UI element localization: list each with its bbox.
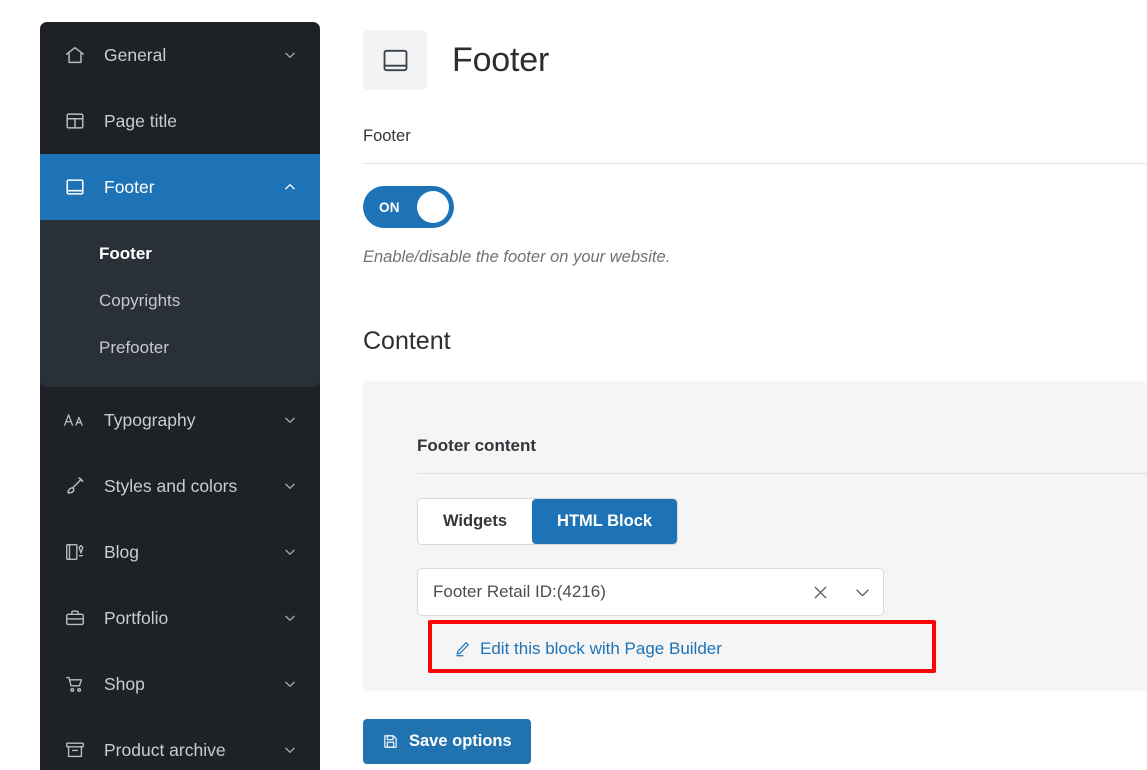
save-options-label: Save options: [409, 732, 512, 750]
footer-panel-icon: [363, 30, 427, 90]
sidebar-item-label: Page title: [104, 110, 177, 131]
sidebar-item-general[interactable]: General: [40, 22, 320, 88]
pencil-icon: [453, 640, 471, 658]
html-block-select-value: Footer Retail ID:(4216): [433, 582, 606, 601]
header-divider: [363, 163, 1147, 164]
sidebar-item-styles-and-colors[interactable]: Styles and colors: [40, 453, 320, 519]
chevron-down-icon[interactable]: [282, 412, 298, 428]
content-section-title: Content: [363, 327, 451, 355]
sidebar-subitem-footer[interactable]: Footer: [40, 230, 320, 277]
sidebar-item-label: Footer: [104, 176, 155, 197]
toggle-knob: [417, 191, 449, 223]
sidebar-item-label: Shop: [104, 673, 145, 694]
app-root: General Page title Footer Footer Copyrig…: [0, 0, 1147, 770]
footer-enable-toggle[interactable]: ON: [363, 186, 454, 228]
sidebar-item-typography[interactable]: Typography: [40, 387, 320, 453]
close-icon[interactable]: [799, 569, 841, 615]
typography-icon: [62, 407, 88, 433]
archive-icon: [62, 737, 88, 763]
chevron-down-icon[interactable]: [282, 742, 298, 758]
main-content: Footer Footer ON Enable/disable the foot…: [320, 0, 1147, 770]
sidebar-subitem-copyrights[interactable]: Copyrights: [40, 277, 320, 324]
chevron-down-icon[interactable]: [282, 610, 298, 626]
chevron-down-icon[interactable]: [282, 544, 298, 560]
page-title-icon: [62, 108, 88, 134]
footer-help-text: Enable/disable the footer on your websit…: [363, 248, 671, 266]
home-icon: [62, 42, 88, 68]
chevron-down-icon[interactable]: [841, 569, 883, 615]
sidebar-item-label: Typography: [104, 409, 196, 430]
edit-link-label: Edit this block with Page Builder: [480, 638, 722, 658]
save-disk-icon: [382, 733, 399, 750]
briefcase-icon: [62, 605, 88, 631]
footer-submenu: Footer Copyrights Prefooter: [40, 220, 320, 387]
sidebar-item-label: Blog: [104, 541, 140, 562]
sidebar-item-page-title[interactable]: Page title: [40, 88, 320, 154]
sidebar-subitem-label: Footer: [99, 243, 152, 263]
sidebar-subitem-prefooter[interactable]: Prefooter: [40, 324, 320, 371]
sidebar-item-label: Styles and colors: [104, 475, 238, 496]
sidebar-item-label: General: [104, 44, 167, 65]
sidebar: General Page title Footer Footer Copyrig…: [40, 22, 320, 770]
toggle-state-label: ON: [379, 199, 400, 215]
footer-field-label: Footer: [363, 127, 411, 145]
cart-icon: [62, 671, 88, 697]
html-block-select[interactable]: Footer Retail ID:(4216): [417, 568, 884, 616]
sidebar-item-blog[interactable]: Blog: [40, 519, 320, 585]
chevron-down-icon[interactable]: [282, 478, 298, 494]
sidebar-item-portfolio[interactable]: Portfolio: [40, 585, 320, 651]
sidebar-item-product-archive[interactable]: Product archive: [40, 717, 320, 770]
sidebar-subitem-label: Copyrights: [99, 290, 181, 310]
page-title: Footer: [452, 40, 550, 79]
chevron-down-icon[interactable]: [282, 676, 298, 692]
content-type-tabs: Widgets HTML Block: [417, 498, 679, 545]
edit-with-page-builder-link[interactable]: Edit this block with Page Builder: [453, 639, 722, 659]
save-options-button[interactable]: Save options: [363, 719, 531, 764]
footer-icon: [62, 174, 88, 200]
content-panel: Footer content Widgets HTML Block Footer…: [363, 381, 1147, 691]
chevron-down-icon[interactable]: [282, 47, 298, 63]
tab-html-block[interactable]: HTML Block: [532, 499, 678, 544]
page-header: Footer: [363, 30, 549, 90]
brush-icon: [62, 473, 88, 499]
chevron-up-icon[interactable]: [282, 179, 298, 195]
sidebar-item-label: Product archive: [104, 739, 226, 760]
sidebar-item-label: Portfolio: [104, 607, 169, 628]
edit-block-row: Edit this block with Page Builder: [417, 624, 1147, 673]
sidebar-subitem-label: Prefooter: [99, 337, 169, 357]
sidebar-item-footer[interactable]: Footer: [40, 154, 320, 220]
blog-icon: [62, 539, 88, 565]
tab-widgets[interactable]: Widgets: [418, 499, 533, 544]
sidebar-item-shop[interactable]: Shop: [40, 651, 320, 717]
footer-content-label: Footer content: [417, 436, 536, 455]
panel-divider: [417, 473, 1147, 474]
